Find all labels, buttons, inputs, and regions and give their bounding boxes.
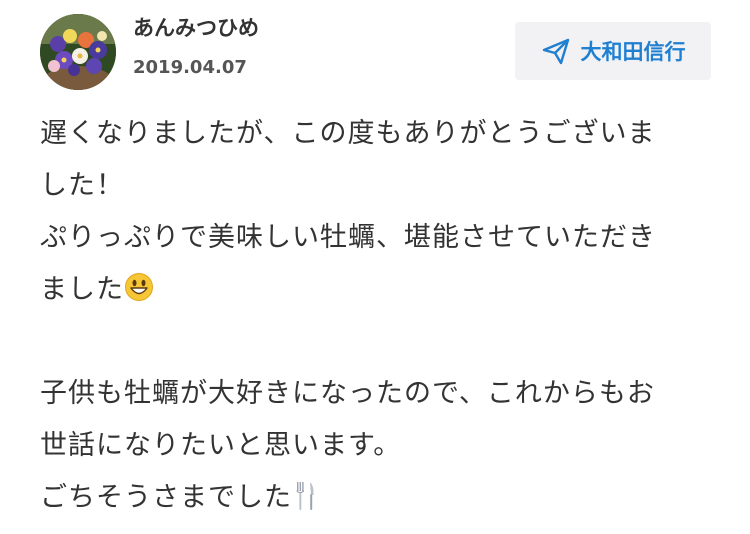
fork-and-knife-emoji-icon (296, 482, 314, 510)
recipient-label: 大和田信行 (580, 40, 686, 64)
review-message: 遅くなりましたが、この度もありがとうございま した！ ぷりっぷりで美味しい牡蠣、… (40, 108, 710, 524)
message-line: 遅くなりましたが、この度もありがとうございま (40, 118, 656, 149)
message-line: 世話になりたいと思います。 (40, 430, 402, 461)
smiling-face-emoji-icon (125, 273, 153, 301)
post-date: 2019.04.07 (133, 57, 247, 78)
user-name[interactable]: あんみつひめ (133, 14, 259, 42)
message-line (40, 316, 710, 368)
message-line: 子供も牡蠣が大好きになったので、これからもお (40, 378, 655, 409)
flower-pot-avatar-icon (40, 14, 116, 90)
user-avatar[interactable] (40, 14, 116, 90)
message-line: した！ (40, 170, 124, 201)
message-line-with-emoji: ました (40, 264, 710, 316)
recipient-button[interactable]: 大和田信行 (515, 22, 711, 80)
message-line-text: ごちそうさまでした (40, 482, 292, 513)
message-line: ぷりっぷりで美味しい牡蠣、堪能させていただき (40, 222, 656, 253)
review-header: あんみつひめ 2019.04.07 大和田信行 (0, 0, 750, 100)
paper-plane-icon (542, 38, 569, 65)
message-line-text: ました (40, 274, 124, 305)
message-line-with-emoji: ごちそうさまでした (40, 472, 710, 524)
